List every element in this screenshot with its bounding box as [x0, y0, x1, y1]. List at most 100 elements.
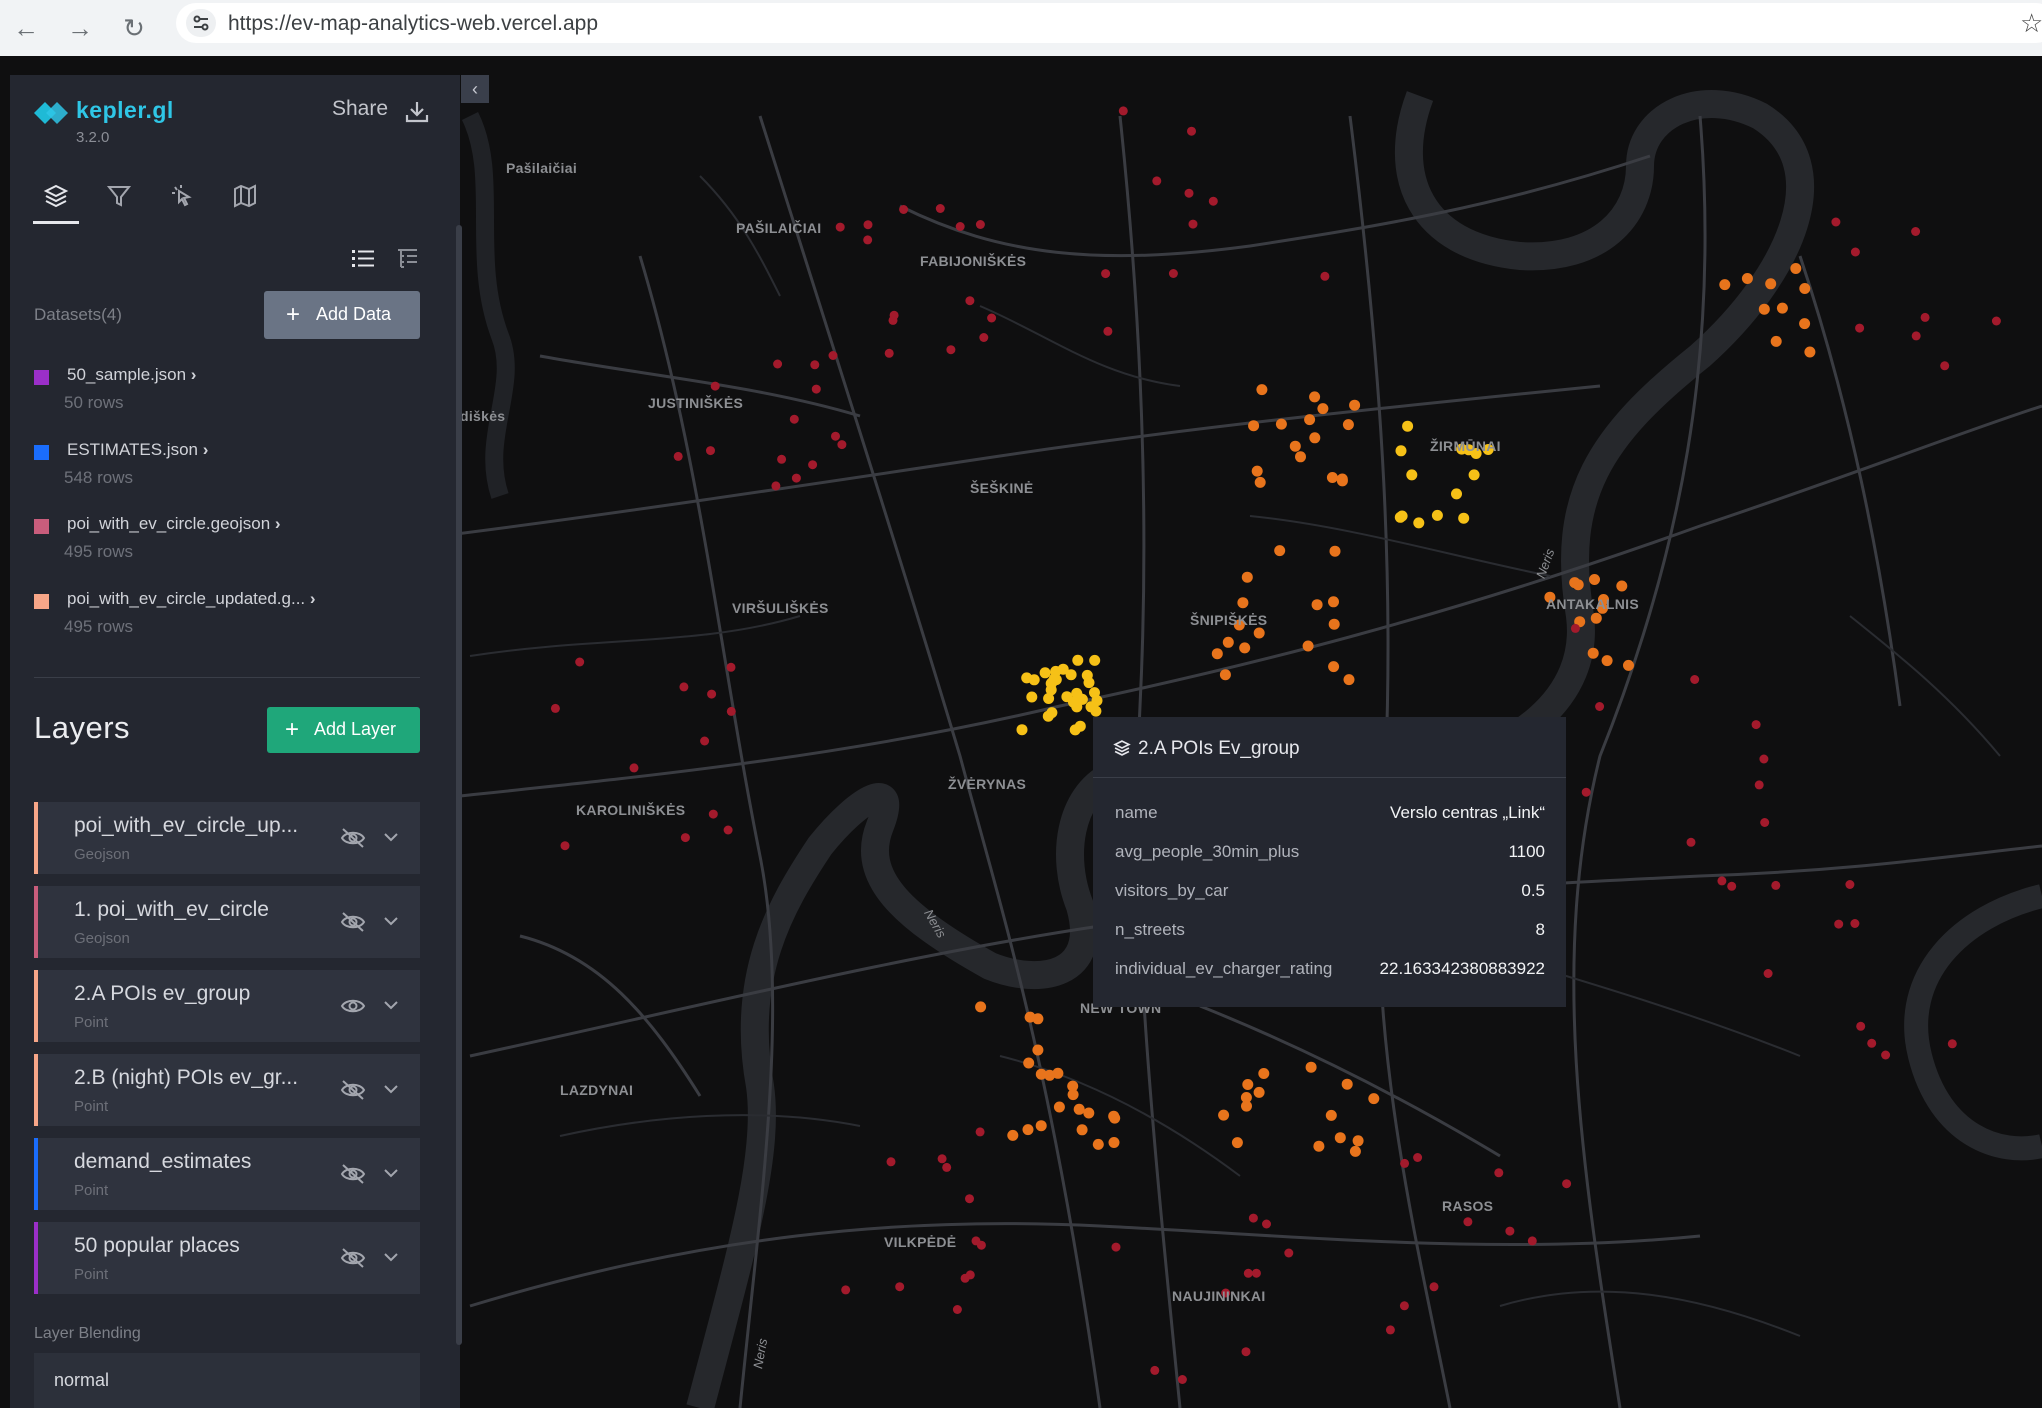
- poi-point[interactable]: [1254, 476, 1266, 488]
- poi-point[interactable]: [886, 1157, 896, 1167]
- poi-point[interactable]: [965, 1194, 974, 1204]
- poi-point[interactable]: [726, 706, 736, 716]
- poi-point[interactable]: [1395, 445, 1407, 457]
- poi-point[interactable]: [937, 1154, 947, 1164]
- dataset-name[interactable]: poi_with_ev_circle.geojson ›: [67, 514, 281, 534]
- chevron-down-icon[interactable]: [380, 1246, 402, 1268]
- poi-point[interactable]: [1085, 701, 1097, 713]
- poi-point[interactable]: [1069, 724, 1081, 736]
- poi-point[interactable]: [1771, 880, 1781, 890]
- poi-point[interactable]: [979, 333, 989, 342]
- poi-point[interactable]: [680, 833, 690, 843]
- chevron-down-icon[interactable]: [380, 826, 402, 848]
- chevron-right-icon[interactable]: ›: [198, 440, 209, 459]
- poi-point[interactable]: [679, 682, 689, 692]
- poi-point[interactable]: [1325, 1109, 1337, 1121]
- poi-point[interactable]: [971, 1236, 981, 1246]
- poi-point[interactable]: [1211, 648, 1223, 660]
- poi-point[interactable]: [1590, 612, 1602, 624]
- poi-point[interactable]: [673, 451, 683, 461]
- poi-point[interactable]: [1686, 837, 1696, 847]
- poi-point[interactable]: [1073, 1103, 1085, 1115]
- poi-point[interactable]: [1072, 654, 1084, 666]
- poi-point[interactable]: [1328, 618, 1340, 630]
- poi-point[interactable]: [1881, 1050, 1891, 1060]
- poi-point[interactable]: [1317, 403, 1329, 415]
- poi-point[interactable]: [791, 473, 801, 483]
- poi-point[interactable]: [1237, 597, 1249, 609]
- poi-point[interactable]: [1248, 420, 1260, 432]
- poi-point[interactable]: [888, 315, 898, 325]
- poi-point[interactable]: [789, 414, 799, 424]
- poi-point[interactable]: [706, 446, 715, 456]
- poi-point[interactable]: [1616, 580, 1628, 592]
- poi-point[interactable]: [1349, 1145, 1361, 1157]
- poi-point[interactable]: [1336, 475, 1348, 487]
- dataset-color-swatch[interactable]: [34, 370, 49, 385]
- poi-point[interactable]: [550, 703, 560, 713]
- poi-point[interactable]: [1177, 1375, 1187, 1384]
- poi-point[interactable]: [707, 689, 717, 699]
- poi-point[interactable]: [1758, 303, 1770, 315]
- poi-point[interactable]: [1463, 1217, 1473, 1227]
- poi-point[interactable]: [1309, 391, 1321, 403]
- poi-point[interactable]: [1039, 667, 1051, 679]
- poi-point[interactable]: [1690, 675, 1700, 684]
- poi-point[interactable]: [810, 360, 820, 370]
- arrow-right-icon[interactable]: →: [60, 8, 100, 48]
- dataset-color-swatch[interactable]: [34, 519, 49, 534]
- poi-point[interactable]: [1101, 269, 1111, 279]
- layer-name[interactable]: 1. poi_with_ev_circle: [74, 898, 269, 922]
- poi-point[interactable]: [1760, 818, 1770, 827]
- poi-point[interactable]: [1855, 323, 1865, 333]
- url-text[interactable]: https://ev-map-analytics-web.vercel.app: [228, 12, 598, 36]
- poi-point[interactable]: [1007, 1129, 1019, 1141]
- poi-point[interactable]: [1061, 691, 1073, 703]
- poi-point[interactable]: [835, 222, 845, 232]
- poi-point[interactable]: [1076, 1124, 1088, 1136]
- dataset-name[interactable]: ESTIMATES.json ›: [67, 440, 208, 460]
- poi-point[interactable]: [1289, 440, 1301, 452]
- chevron-down-icon[interactable]: [380, 1078, 402, 1100]
- poi-point[interactable]: [1032, 1044, 1044, 1056]
- poi-point[interactable]: [1111, 1242, 1121, 1252]
- poi-point[interactable]: [777, 454, 787, 464]
- poi-point[interactable]: [1368, 1093, 1380, 1105]
- reload-icon[interactable]: ↻: [114, 8, 154, 48]
- layer-item[interactable]: demand_estimates Point: [34, 1138, 420, 1210]
- address-bar[interactable]: https://ev-map-analytics-web.vercel.app: [176, 3, 2042, 43]
- poi-point[interactable]: [1429, 1282, 1439, 1292]
- layer-item[interactable]: poi_with_ev_circle_up... Geojson: [34, 802, 420, 874]
- add-layer-button[interactable]: + Add Layer: [267, 707, 420, 753]
- poi-point[interactable]: [899, 205, 909, 214]
- poi-point[interactable]: [1251, 465, 1263, 477]
- poi-point[interactable]: [629, 763, 639, 773]
- poi-point[interactable]: [1940, 361, 1950, 371]
- poi-point[interactable]: [1275, 418, 1287, 430]
- poi-point[interactable]: [1053, 1101, 1065, 1113]
- poi-point[interactable]: [1947, 1039, 1957, 1049]
- poi-point[interactable]: [1751, 720, 1761, 730]
- poi-point[interactable]: [1494, 1168, 1504, 1178]
- poi-point[interactable]: [837, 440, 847, 450]
- poi-point[interactable]: [952, 1305, 962, 1314]
- poi-point[interactable]: [1311, 599, 1323, 611]
- poi-point[interactable]: [1083, 677, 1095, 689]
- poi-point[interactable]: [560, 841, 570, 851]
- dataset-item[interactable]: poi_with_ev_circle_updated.g... › 495 ro…: [34, 587, 434, 647]
- eye-off-icon[interactable]: [340, 1078, 366, 1102]
- layer-item[interactable]: 1. poi_with_ev_circle Geojson: [34, 886, 420, 958]
- poi-point[interactable]: [1253, 627, 1265, 639]
- poi-point[interactable]: [1241, 571, 1253, 583]
- poi-point[interactable]: [1850, 919, 1860, 928]
- add-data-button[interactable]: + Add Data: [264, 291, 420, 339]
- poi-point[interactable]: [1451, 488, 1462, 500]
- poi-point[interactable]: [1334, 1132, 1346, 1144]
- poi-point[interactable]: [1763, 969, 1773, 978]
- poi-point[interactable]: [1328, 596, 1339, 608]
- dataset-item[interactable]: ESTIMATES.json › 548 rows: [34, 438, 434, 498]
- collapse-panel-button[interactable]: ‹: [461, 75, 489, 103]
- poi-point[interactable]: [1834, 919, 1844, 929]
- poi-point[interactable]: [1241, 1347, 1251, 1357]
- poi-point[interactable]: [1048, 673, 1060, 685]
